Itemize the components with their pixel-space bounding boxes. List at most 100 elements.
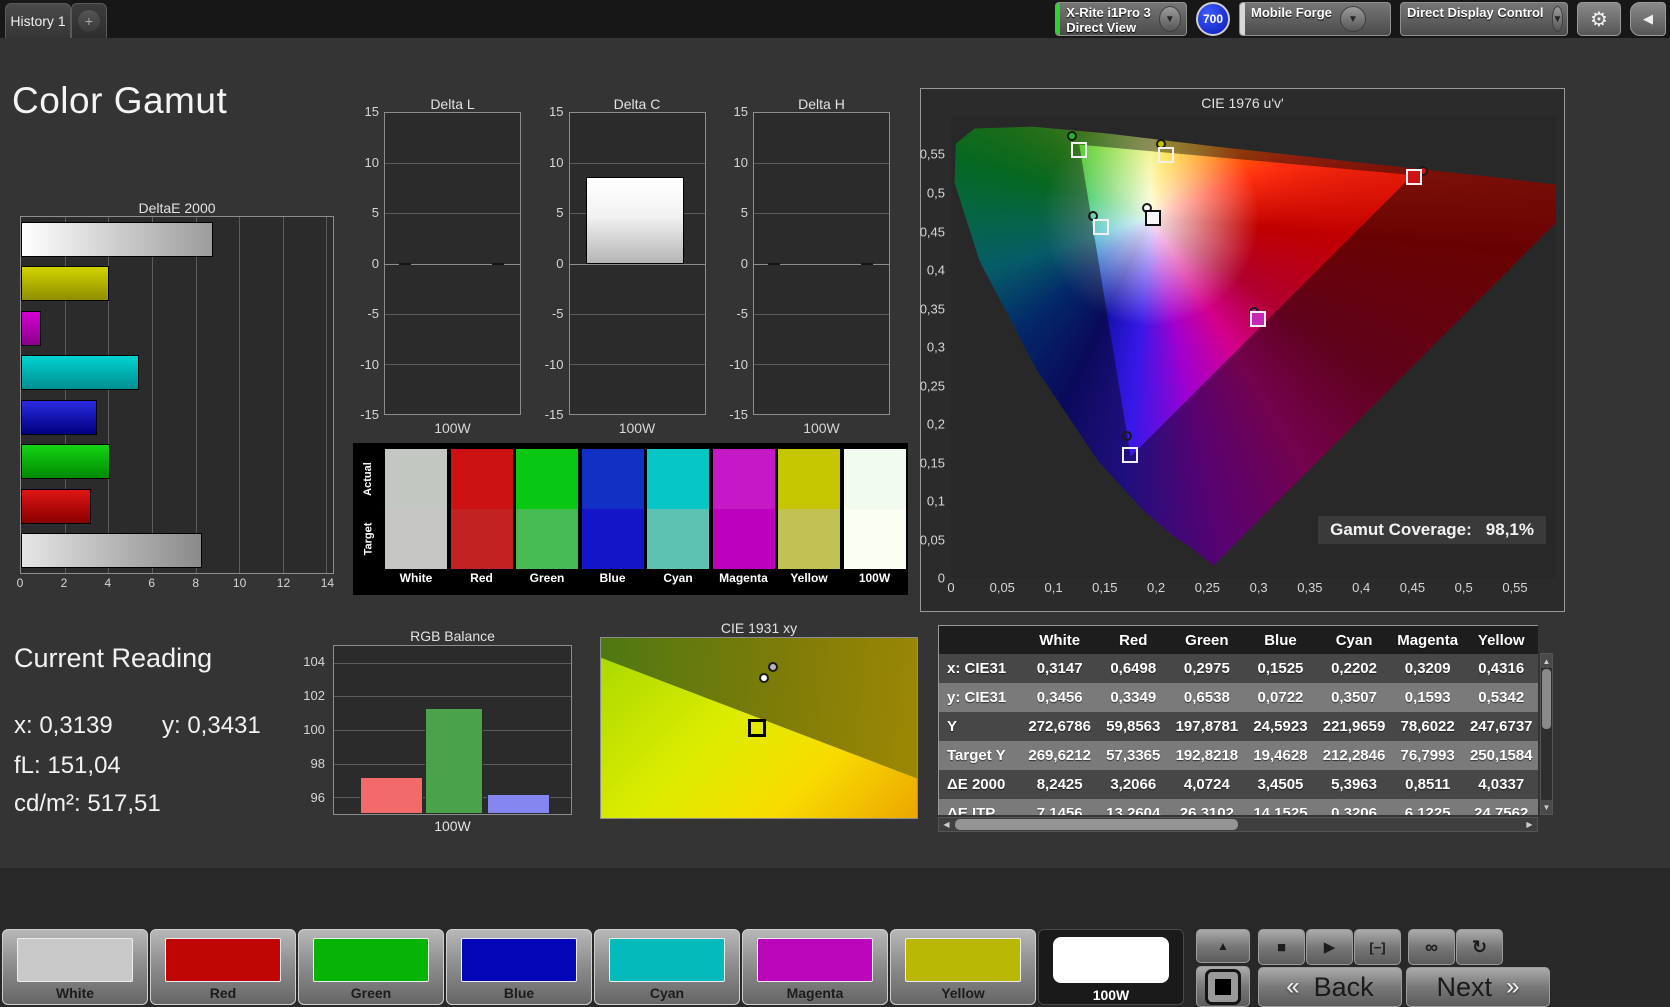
deltae-bar-white	[21, 221, 213, 257]
gridline	[385, 163, 520, 165]
delta-chart-title: Delta L	[430, 96, 475, 112]
swatch-column-magenta: Magenta	[712, 449, 775, 585]
actual-swatch	[647, 449, 709, 509]
y-tick-label: 98	[310, 756, 325, 771]
table-value-cell: 14,1525	[1253, 805, 1308, 815]
cie1931-plot	[600, 637, 918, 819]
table-value-cell: 0,3456	[1036, 689, 1083, 706]
patch-button-100w[interactable]: 100W	[1038, 929, 1184, 1005]
patch-button-yellow[interactable]: Yellow	[890, 929, 1036, 1005]
patch-button-green[interactable]: Green	[298, 929, 444, 1005]
gridline	[754, 313, 889, 315]
next-button[interactable]: Next »	[1406, 967, 1550, 1007]
patch-swatch	[609, 938, 725, 982]
y-tick-label: 15	[733, 104, 748, 119]
y-tick-label: 0,45	[919, 224, 945, 239]
collapse-panel-button[interactable]: ◀	[1630, 2, 1666, 36]
cie1931-marker-1	[758, 672, 769, 683]
y-tick-label: -15	[729, 407, 748, 422]
actual-swatch	[450, 449, 513, 509]
patch-button-magenta[interactable]: Magenta	[742, 929, 888, 1005]
table-value-cell: 4,0337	[1478, 776, 1525, 793]
x-tick-label: 0,2	[1147, 580, 1166, 595]
x-tick-label: 0,25	[1194, 580, 1220, 595]
app-root: History 1 + X-Rite i1Pro 3 Direct View ▼…	[0, 0, 1670, 1007]
table-value-cell: 8,2425	[1036, 776, 1083, 793]
back-button[interactable]: « Back	[1258, 967, 1402, 1007]
y-tick-label: 5	[740, 205, 748, 220]
delta-chart-title: Delta C	[613, 96, 661, 112]
x-tick-label: 0,45	[1399, 580, 1426, 595]
patch-swatch	[165, 938, 281, 982]
settings-button[interactable]: ⚙	[1577, 2, 1621, 36]
scroll-right-icon[interactable]: ▶	[1522, 818, 1537, 831]
patch-label: Cyan	[649, 985, 685, 1001]
hscroll-thumb[interactable]	[955, 819, 1238, 830]
table-vertical-scrollbar[interactable]: ▲ ▼	[1540, 653, 1553, 815]
chevron-down-icon[interactable]: ▼	[1339, 6, 1366, 32]
gridline	[334, 696, 571, 698]
tab-history-1[interactable]: History 1	[5, 3, 71, 38]
patch-button-cyan[interactable]: Cyan	[594, 929, 740, 1005]
target-point-red	[1406, 168, 1423, 185]
refresh-button[interactable]: ↻	[1456, 929, 1503, 965]
play-button[interactable]: ▶	[1306, 929, 1353, 965]
target-row-label: Target	[362, 522, 374, 556]
swatch-column-label: Cyan	[663, 571, 693, 585]
patch-label: Magenta	[786, 985, 844, 1001]
chevron-down-icon[interactable]: ▼	[1551, 6, 1564, 32]
rgb-balance-plot	[333, 645, 572, 815]
y-tick-label: 0,2	[926, 416, 945, 432]
table-value-cell: 3,2066	[1110, 776, 1157, 793]
patch-up-button[interactable]: ▲	[1196, 929, 1250, 963]
meter-count-badge[interactable]: 700	[1196, 2, 1230, 36]
swatch-column-label: 100W	[858, 571, 891, 585]
y-tick-label: 15	[364, 104, 379, 119]
meter-dropdown-label: X-Rite i1Pro 3 Direct View	[1066, 5, 1151, 35]
scroll-up-icon[interactable]: ▲	[1541, 654, 1552, 668]
actual-row-label: Actual	[362, 462, 374, 496]
source-dropdown-label: Mobile Forge	[1251, 5, 1332, 20]
swatch-column-label: White	[399, 571, 433, 585]
meter-dropdown[interactable]: X-Rite i1Pro 3 Direct View ▼	[1055, 2, 1187, 36]
scroll-down-icon[interactable]: ▼	[1541, 800, 1552, 814]
patch-button-white[interactable]: White	[2, 929, 148, 1005]
vscroll-thumb[interactable]	[1542, 669, 1551, 729]
add-tab-button[interactable]: +	[71, 3, 107, 38]
table-value-cell: 5,3963	[1331, 776, 1377, 793]
rgb-balance-title: RGB Balance	[410, 628, 495, 644]
patch-button-blue[interactable]: Blue	[446, 929, 592, 1005]
patch-swatch	[757, 938, 873, 982]
table-value-cell: 0,3349	[1110, 689, 1157, 706]
cie1976-plot: Gamut Coverage: 98,1%	[951, 116, 1556, 578]
measured-point-green	[1067, 131, 1077, 142]
patch-window-button[interactable]	[1196, 966, 1250, 1007]
table-horizontal-scrollbar[interactable]: ◀ ▶	[938, 817, 1538, 832]
gridline	[195, 217, 197, 573]
table-value-cell: 0,2975	[1183, 660, 1230, 677]
target-point-yellow	[1158, 147, 1175, 164]
target-point-blue	[1122, 446, 1139, 463]
patch-button-red[interactable]: Red	[150, 929, 296, 1005]
y-tick-label: 0,25	[919, 378, 945, 393]
x-tick-label: 0,55	[1502, 580, 1528, 595]
workflow-dropdown[interactable]: Direct Display Control ▼	[1400, 2, 1568, 36]
swatch-column-white: White	[385, 449, 447, 585]
source-dropdown[interactable]: Mobile Forge ▼	[1239, 2, 1391, 36]
table-row: Y 272,6786 59,8563 197,8781 24,5923 221,9659 7…	[939, 712, 1538, 741]
delta-chart-plot	[568, 112, 706, 415]
table-header-green: Green	[1185, 631, 1229, 649]
patch-swatch	[905, 938, 1021, 982]
y-tick-label: 0,55	[919, 146, 945, 162]
patch-swatch	[461, 938, 577, 982]
stop-button[interactable]: ■	[1258, 929, 1305, 965]
chevron-down-icon[interactable]: ▼	[1158, 6, 1181, 32]
table-value-cell: 26,3102	[1179, 805, 1234, 815]
single-measure-button[interactable]: [−]	[1354, 929, 1401, 965]
swatch-column-green: Green	[516, 449, 578, 585]
continuous-measure-button[interactable]: ∞	[1408, 929, 1455, 965]
cie1976-title: CIE 1976 u'v'	[1201, 95, 1284, 111]
cie1976-y-axis: 0,55 0,5 0,45 0,4 0,35 0,3 0,25 0,2 0,15 0,1 0,05 0	[919, 116, 949, 586]
gridline	[569, 363, 705, 365]
scroll-left-icon[interactable]: ◀	[939, 818, 954, 831]
